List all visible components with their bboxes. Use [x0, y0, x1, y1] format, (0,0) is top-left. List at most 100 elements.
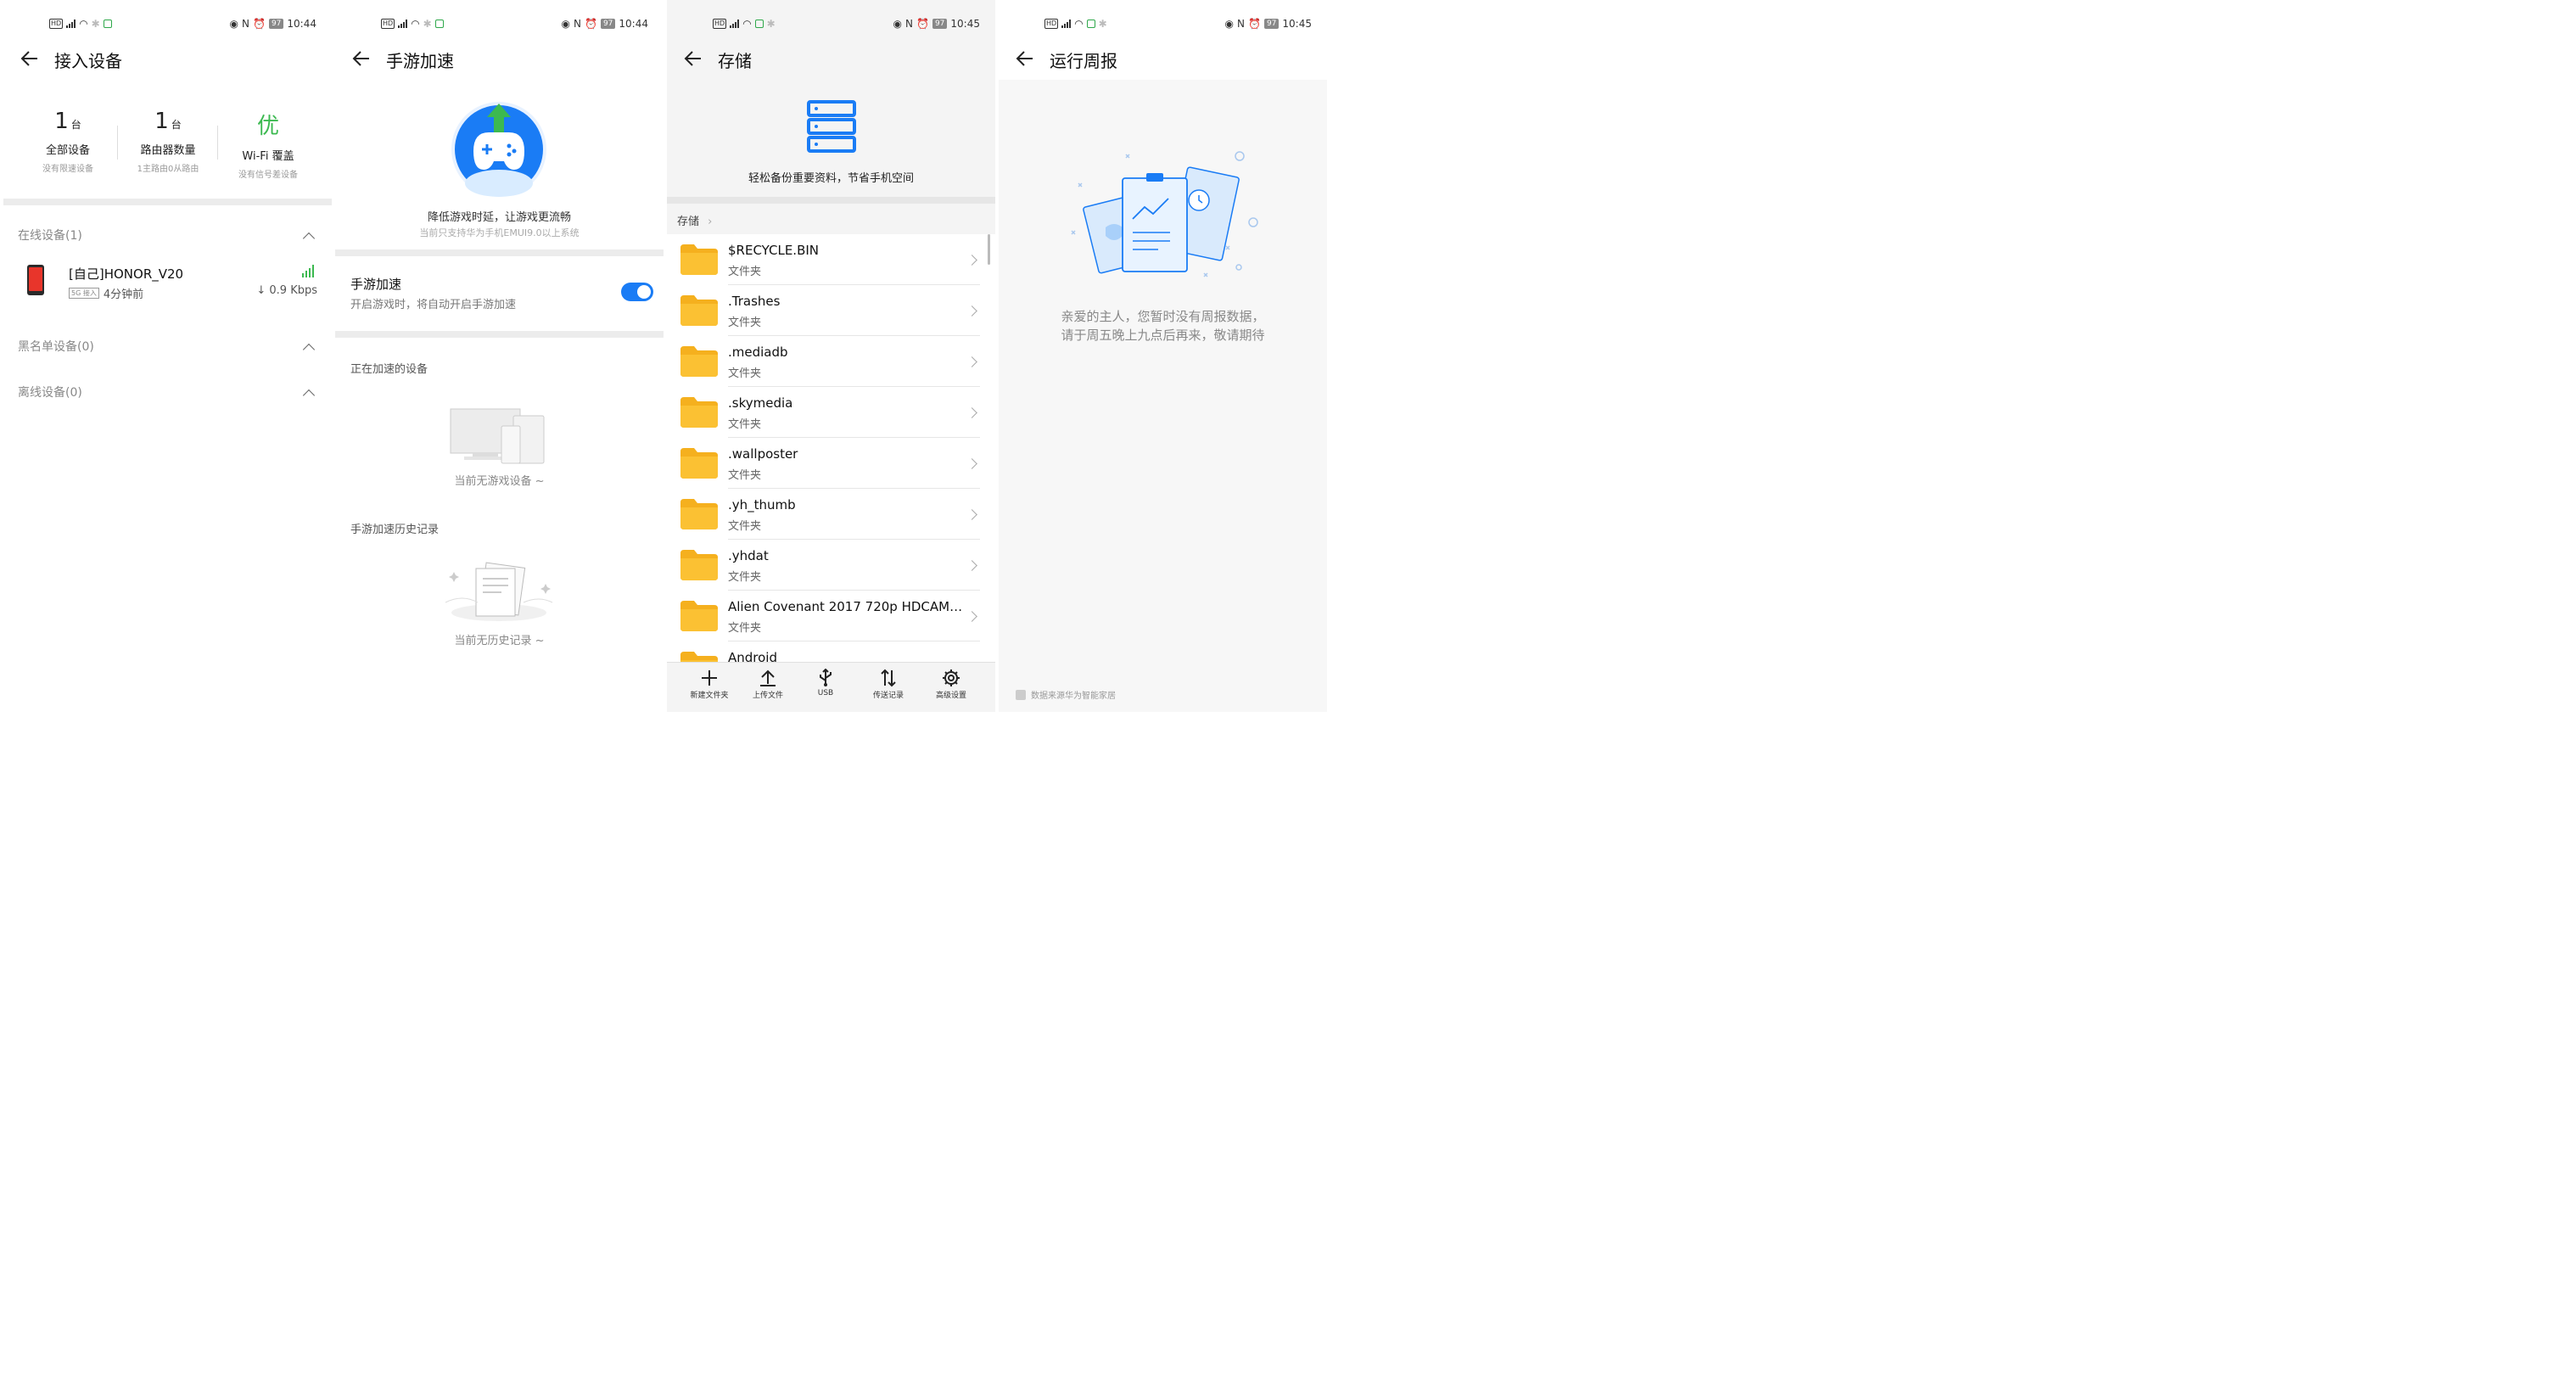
app-icon [1086, 20, 1095, 28]
chevron-up-icon [302, 389, 316, 402]
hd-icon: HD [713, 19, 727, 29]
status-bar: HD ◠ ✱ ◉ N ⏰ 97 10:45 [667, 16, 995, 33]
empty-message-line1: 亲爱的主人，您暂时没有周报数据， [1061, 309, 1265, 324]
section-divider [335, 249, 664, 256]
upload-icon [760, 669, 776, 686]
toolbar-label: 高级设置 [935, 692, 966, 700]
chevron-right-icon [966, 458, 977, 469]
toolbar-label: 新建文件夹 [690, 692, 729, 700]
folder-row[interactable]: .yh_thumb 文件夹 [667, 489, 995, 540]
chevron-right-icon [966, 509, 977, 520]
wifi-icon: ◠ [79, 18, 88, 30]
support-note: 当前只支持华为手机EMUI9.0以上系统 [419, 227, 580, 238]
folder-icon [680, 244, 718, 275]
folder-name: $RECYCLE.BIN [728, 243, 820, 258]
nfc-icon: N [574, 18, 581, 30]
chevron-right-icon: › [708, 216, 713, 228]
folder-row[interactable]: .mediadb 文件夹 [667, 336, 995, 387]
folder-type: 文件夹 [728, 266, 762, 278]
back-arrow-icon[interactable] [684, 49, 703, 68]
online-devices-header[interactable]: 在线设备(1) [3, 222, 332, 248]
wifi-icon: ◠ [742, 18, 752, 30]
eye-icon: ◉ [561, 18, 571, 30]
back-arrow-icon[interactable] [1016, 49, 1034, 68]
alarm-icon: ⏰ [253, 18, 266, 30]
folder-row[interactable]: Alien Covenant 2017 720p HDCAM ENG... 文件夹 [667, 591, 995, 641]
chevron-right-icon [966, 305, 977, 316]
stat-sub: 没有信号差设备 [238, 171, 298, 180]
upload-file-button[interactable]: 上传文件 [742, 669, 793, 700]
section-label: 黑名单设备(0) [18, 340, 94, 354]
folder-type: 文件夹 [728, 418, 762, 431]
accel-toggle-switch[interactable] [621, 283, 653, 301]
transfer-records-button[interactable]: 传送记录 [863, 669, 914, 700]
folder-name: .skymedia [728, 395, 793, 411]
folder-row[interactable]: $RECYCLE.BIN 文件夹 [667, 234, 995, 285]
folder-icon [680, 346, 718, 377]
hd-icon: HD [49, 19, 64, 29]
bluetooth-icon: ✱ [766, 18, 776, 30]
panel-connected-devices: HD ◠ ✱ ◉ N ⏰ 97 10:44 接入设备 1台 全部设备 没有限速设备 1台 路… [3, 0, 332, 712]
panel-weekly-report: HD ◠ ✱ ◉ N ⏰ 97 10:45 运行周报 亲爱的主人，您暂时没有周报数据， 请于… [999, 0, 1327, 712]
stat-value: 优 [256, 114, 279, 139]
alarm-icon: ⏰ [1248, 18, 1261, 30]
signal-icon [398, 20, 408, 28]
stat-label: 全部设备 [45, 144, 90, 157]
download-arrow-icon: ↓ [256, 284, 270, 297]
folder-type: 文件夹 [728, 469, 762, 482]
hd-icon: HD [1044, 19, 1059, 29]
offline-header[interactable]: 离线设备(0) [3, 379, 332, 405]
section-label: 在线设备(1) [18, 229, 82, 243]
folder-icon [680, 295, 718, 326]
folder-icon [680, 397, 718, 428]
new-folder-button[interactable]: 新建文件夹 [684, 669, 735, 700]
chevron-right-icon [966, 255, 977, 266]
page-title: 手游加速 [386, 51, 454, 71]
folder-name: Alien Covenant 2017 720p HDCAM ENG... [728, 599, 966, 614]
file-list: $RECYCLE.BIN 文件夹 .Trashes 文件夹 .mediadb 文件夹 .sk… [667, 234, 995, 662]
stat-sub: 1主路由0从路由 [137, 165, 199, 174]
chevron-right-icon [966, 407, 977, 418]
folder-row[interactable]: .yhdat 文件夹 [667, 540, 995, 591]
folder-row[interactable]: Android [667, 641, 995, 662]
back-arrow-icon[interactable] [20, 49, 39, 68]
page-title: 存储 [718, 51, 752, 71]
folder-row[interactable]: .wallposter 文件夹 [667, 438, 995, 489]
no-history-text: 当前无历史记录 ~ [454, 635, 545, 647]
folder-name: .mediadb [728, 344, 788, 360]
device-row[interactable]: [自己]HONOR_V20 5G 接入 4分钟前 ↓ 0.9 Kbps [3, 260, 332, 304]
nfc-icon: N [1237, 18, 1245, 30]
blacklist-header[interactable]: 黑名单设备(0) [3, 333, 332, 359]
folder-row[interactable]: .Trashes 文件夹 [667, 285, 995, 336]
panel-game-acceleration: HD ◠ ✱ ◉ N ⏰ 97 10:44 手游加速 降低游戏时延，让游戏更流畅 当前只支持… [335, 0, 664, 712]
back-arrow-icon[interactable] [352, 49, 371, 68]
plus-icon [702, 670, 717, 686]
usb-button[interactable]: USB [800, 669, 851, 697]
connection-badge: 5G 接入 [69, 288, 99, 299]
clock-time: 10:44 [619, 18, 648, 30]
folder-icon [680, 652, 718, 662]
history-header: 手游加速历史记录 [350, 524, 440, 536]
stat-all-devices[interactable]: 1台 全部设备 没有限速设备 [20, 109, 115, 174]
breadcrumb[interactable]: 存储 › [677, 212, 712, 228]
battery-icon: 97 [600, 19, 616, 29]
alarm-icon: ⏰ [585, 18, 597, 30]
advanced-settings-button[interactable]: 高级设置 [926, 669, 977, 700]
eye-icon: ◉ [1224, 18, 1235, 30]
folder-type: 文件夹 [728, 520, 762, 533]
title-bar: 接入设备 [3, 42, 332, 76]
stat-wifi-coverage[interactable]: 优 Wi-Fi 覆盖 没有信号差设备 [221, 109, 316, 180]
page-title: 接入设备 [54, 51, 122, 71]
signal-icon [66, 20, 76, 28]
stat-routers[interactable]: 1台 路由器数量 1主路由0从路由 [120, 109, 216, 174]
stat-unit: 台 [70, 119, 81, 131]
folder-row[interactable]: .skymedia 文件夹 [667, 387, 995, 438]
transfer-icon [881, 669, 896, 687]
battery-icon: 97 [932, 19, 948, 29]
folder-name: .yh_thumb [728, 497, 796, 513]
chevron-up-icon [302, 343, 316, 356]
stat-divider [217, 126, 218, 160]
accel-devices-header: 正在加速的设备 [350, 363, 428, 376]
toggle-row[interactable]: 手游加速 开启游戏时，将自动开启手游加速 [335, 270, 664, 317]
folder-name: .yhdat [728, 548, 769, 563]
